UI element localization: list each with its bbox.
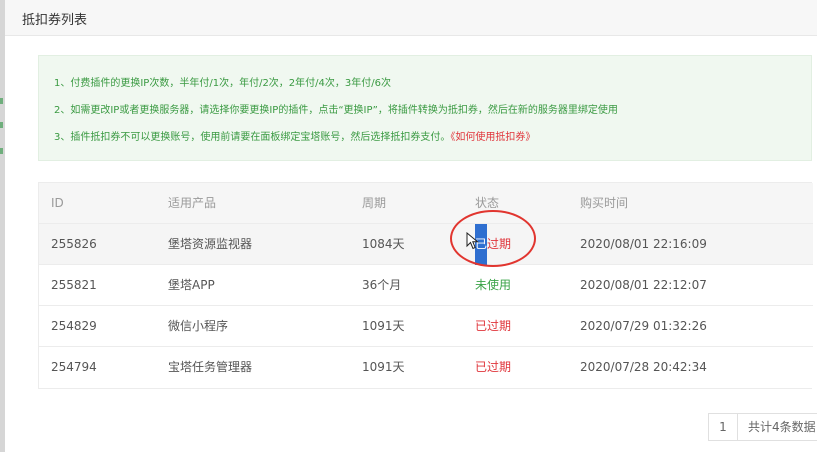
row-purchase-time: 2020/07/29 01:32:26 (580, 319, 707, 333)
pagination-total: 共计4条数据 (737, 413, 817, 441)
edge-mark (0, 148, 3, 154)
header-id: ID (51, 196, 64, 210)
row-product: 微信小程序 (168, 319, 229, 333)
row-status: 已过期 (475, 319, 512, 333)
row-id: 255826 (51, 237, 97, 251)
notice-line-3-text: 3、插件抵扣券不可以更换账号，使用前请要在面板绑定宝塔账号，然后选择抵扣券支付。 (54, 132, 451, 143)
dialog-title: 抵扣券列表 (22, 13, 88, 28)
row-status: 未使用 (475, 278, 512, 292)
table-row[interactable]: 254794 宝塔任务管理器 1091天 已过期 2020/07/28 20:4… (39, 347, 813, 388)
row-purchase-time: 2020/08/01 22:12:07 (580, 278, 707, 292)
header-period: 周期 (362, 196, 387, 210)
row-id: 254794 (51, 360, 97, 374)
notice-line-2: 2、如需更改IP或者更换服务器，请选择你要更换IP的插件，点击“更换IP”，将插… (54, 105, 618, 116)
annotation-circle (450, 210, 536, 267)
row-purchase-time: 2020/08/01 22:16:09 (580, 237, 707, 251)
table-header-row: ID 适用产品 周期 状态 购买时间 (39, 183, 813, 224)
pagination-current-page[interactable]: 1 (708, 413, 738, 441)
row-status: 已过期 (475, 360, 512, 374)
row-product: 堡塔APP (168, 278, 215, 292)
row-id: 254829 (51, 319, 97, 333)
row-id: 255821 (51, 278, 97, 292)
row-product: 宝塔任务管理器 (168, 360, 253, 374)
row-period: 36个月 (362, 278, 402, 292)
row-product: 堡塔资源监视器 (168, 237, 253, 251)
table-row[interactable]: 255821 堡塔APP 36个月 未使用 2020/08/01 22:12:0… (39, 265, 813, 306)
edge-mark (0, 98, 3, 104)
notice-box: 1、付费插件的更换IP次数，半年付/1次，年付/2次，2年付/4次，3年付/6次… (38, 55, 812, 161)
how-to-use-coupon-link[interactable]: 《如何使用抵扣券》 (450, 132, 535, 143)
edge-mark (0, 122, 3, 128)
coupon-table: ID 适用产品 周期 状态 购买时间 255826 堡塔资源监视器 1084天 … (38, 182, 813, 389)
dialog-header: 抵扣券列表 (5, 0, 817, 36)
row-period: 1084天 (362, 237, 405, 251)
header-purchase-time: 购买时间 (580, 196, 629, 210)
header-product: 适用产品 (168, 196, 217, 210)
table-row[interactable]: 255826 堡塔资源监视器 1084天 已过期 2020/08/01 22:1… (39, 224, 813, 265)
notice-line-1: 1、付费插件的更换IP次数，半年付/1次，年付/2次，2年付/4次，3年付/6次 (54, 78, 391, 89)
table-row[interactable]: 254829 微信小程序 1091天 已过期 2020/07/29 01:32:… (39, 306, 813, 347)
row-period: 1091天 (362, 319, 405, 333)
notice-line-3: 3、插件抵扣券不可以更换账号，使用前请要在面板绑定宝塔账号，然后选择抵扣券支付。… (54, 128, 535, 143)
row-period: 1091天 (362, 360, 405, 374)
row-purchase-time: 2020/07/28 20:42:34 (580, 360, 707, 374)
